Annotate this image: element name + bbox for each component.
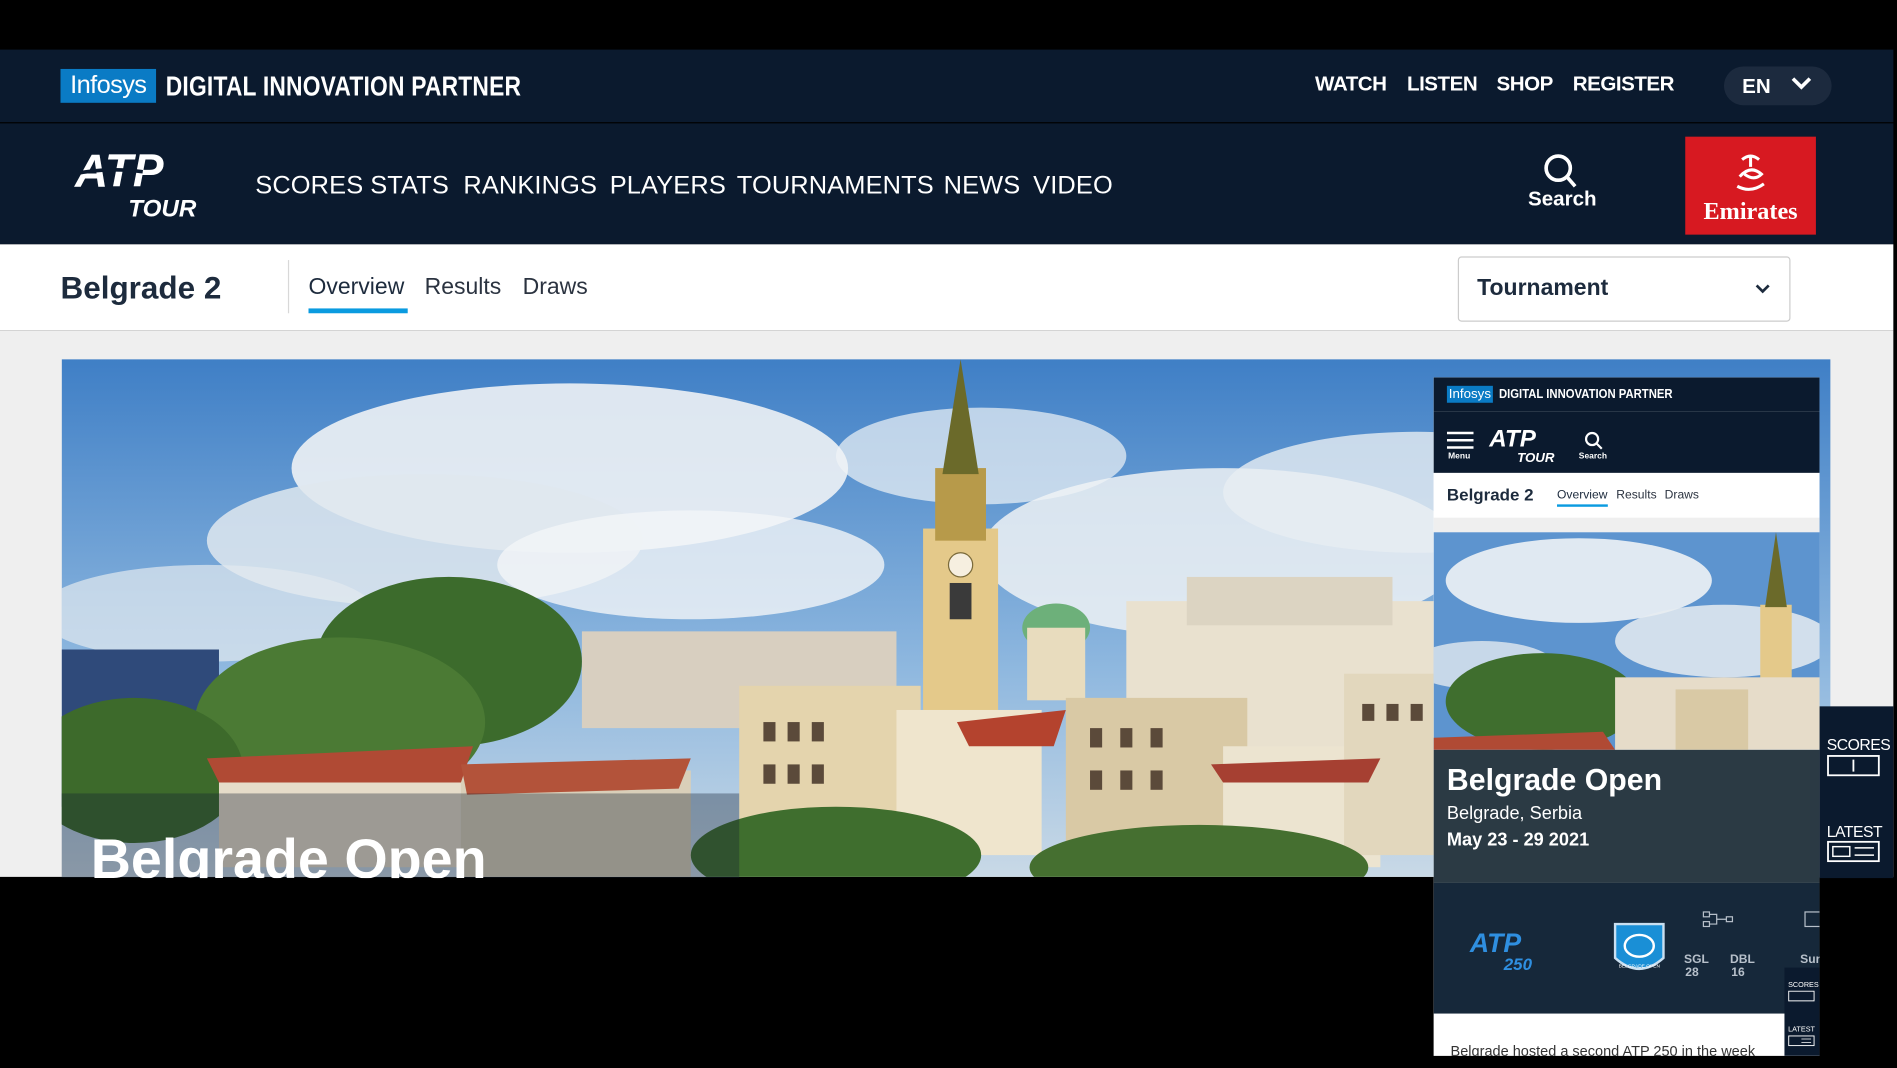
language-selector[interactable] (1723, 66, 1832, 106)
stat-sgl-label: SGL (1684, 953, 1709, 967)
emirates-wordmark: Emirates (1703, 198, 1798, 225)
active-tab-underline (308, 308, 408, 314)
listen-link[interactable]: LISTEN (1407, 73, 1478, 97)
atp-tour-logo[interactable]: ATP TOUR (70, 150, 215, 220)
badge-level: 250 (1503, 955, 1533, 974)
tab-results[interactable]: Results (425, 273, 502, 301)
top-frame-bar (0, 0, 1897, 49)
stat-dbl-value: 16 (1731, 966, 1745, 980)
subnav-divider (287, 260, 290, 314)
emirates-calligraphy-icon (1736, 154, 1765, 191)
scores-icon[interactable] (1827, 755, 1880, 777)
nav-news[interactable]: NEWS (944, 172, 1021, 201)
chevron-down-icon (1755, 284, 1770, 294)
nav-scores[interactable]: SCORES (255, 172, 363, 201)
mobile-gap (1433, 517, 1820, 533)
mobile-tab-results[interactable]: Results (1616, 489, 1656, 504)
register-link[interactable]: REGISTER (1573, 73, 1675, 97)
watch-link[interactable]: WATCH (1315, 73, 1387, 97)
mobile-atp-logo-word: ATP (1488, 426, 1536, 453)
mobile-latest-icon[interactable] (1788, 1035, 1815, 1047)
mobile-tournament-title: Belgrade 2 (1446, 485, 1534, 505)
shop-link[interactable]: SHOP (1497, 73, 1554, 97)
stat-surface-label: Sur (1800, 953, 1820, 967)
floating-latest-label[interactable]: LATEST (1827, 822, 1883, 840)
stat-dbl-label: DBL (1730, 953, 1755, 967)
mobile-tour-logo-word: TOUR (1517, 450, 1555, 464)
mobile-tab-overview[interactable]: Overview (1557, 489, 1607, 504)
nav-rankings[interactable]: RANKINGS (463, 172, 597, 201)
mobile-active-tab-underline (1557, 504, 1608, 507)
surface-icon (1804, 911, 1820, 928)
partner-label: DIGITAL INNOVATION PARTNER (165, 70, 522, 102)
floating-scores-label[interactable]: SCORES (1827, 735, 1891, 753)
belgrade-open-logo: BELGRADE OPEN (1613, 922, 1665, 971)
event-logo-text: BELGRADE OPEN (1619, 964, 1661, 970)
search-label[interactable]: Search (1528, 187, 1597, 211)
mobile-search-icon[interactable] (1584, 431, 1603, 450)
stat-sgl-value: 28 (1685, 966, 1699, 980)
tab-draws[interactable]: Draws (523, 273, 588, 301)
mobile-infosys-logo[interactable]: Infosys (1446, 385, 1493, 403)
search-icon[interactable] (1541, 152, 1577, 188)
infosys-logo[interactable]: Infosys (60, 68, 157, 103)
mobile-floating-scores[interactable]: SCORES (1788, 982, 1819, 990)
mobile-floating-latest[interactable]: LATEST (1788, 1027, 1815, 1035)
tour-logo-word: TOUR (128, 196, 197, 221)
mobile-atp-logo[interactable]: ATP TOUR (1487, 426, 1562, 465)
badge-atp-word: ATP (1469, 928, 1522, 958)
mobile-preview: Infosys DIGITAL INNOVATION PARTNER Menu … (1433, 377, 1820, 1056)
nav-players[interactable]: PLAYERS (610, 172, 726, 201)
atp-250-badge: ATP 250 (1469, 928, 1533, 974)
mobile-tournament-dates: May 23 - 29 2021 (1446, 829, 1590, 851)
page-stage: Infosys DIGITAL INNOVATION PARTNER WATCH… (0, 0, 1897, 1068)
language-label: EN (1742, 74, 1771, 98)
mobile-menu-label[interactable]: Menu (1448, 452, 1470, 462)
mobile-tournament-location: Belgrade, Serbia (1446, 803, 1583, 824)
mobile-search-label[interactable]: Search (1579, 452, 1607, 462)
tab-overview[interactable]: Overview (308, 273, 404, 301)
mobile-body-text: Belgrade hosted a second ATP 250 in the … (1450, 1042, 1756, 1056)
latest-news-icon[interactable] (1827, 840, 1880, 863)
mobile-scores-icon[interactable] (1788, 990, 1815, 1002)
tournament-select-label: Tournament (1477, 275, 1609, 302)
nav-tournaments[interactable]: TOURNAMENTS (737, 172, 934, 201)
mobile-tab-draws[interactable]: Draws (1665, 489, 1699, 504)
mobile-partner-label: DIGITAL INNOVATION PARTNER (1498, 387, 1673, 402)
mobile-tournament-name: Belgrade Open (1446, 763, 1663, 798)
chevron-down-icon (1791, 77, 1812, 90)
nav-video[interactable]: VIDEO (1033, 172, 1113, 201)
hamburger-menu-icon[interactable] (1446, 431, 1474, 450)
draw-bracket-icon (1702, 911, 1734, 928)
tournament-title: Belgrade 2 (60, 269, 222, 307)
nav-stats[interactable]: STATS (370, 172, 449, 201)
mobile-hero-image (1433, 532, 1820, 750)
